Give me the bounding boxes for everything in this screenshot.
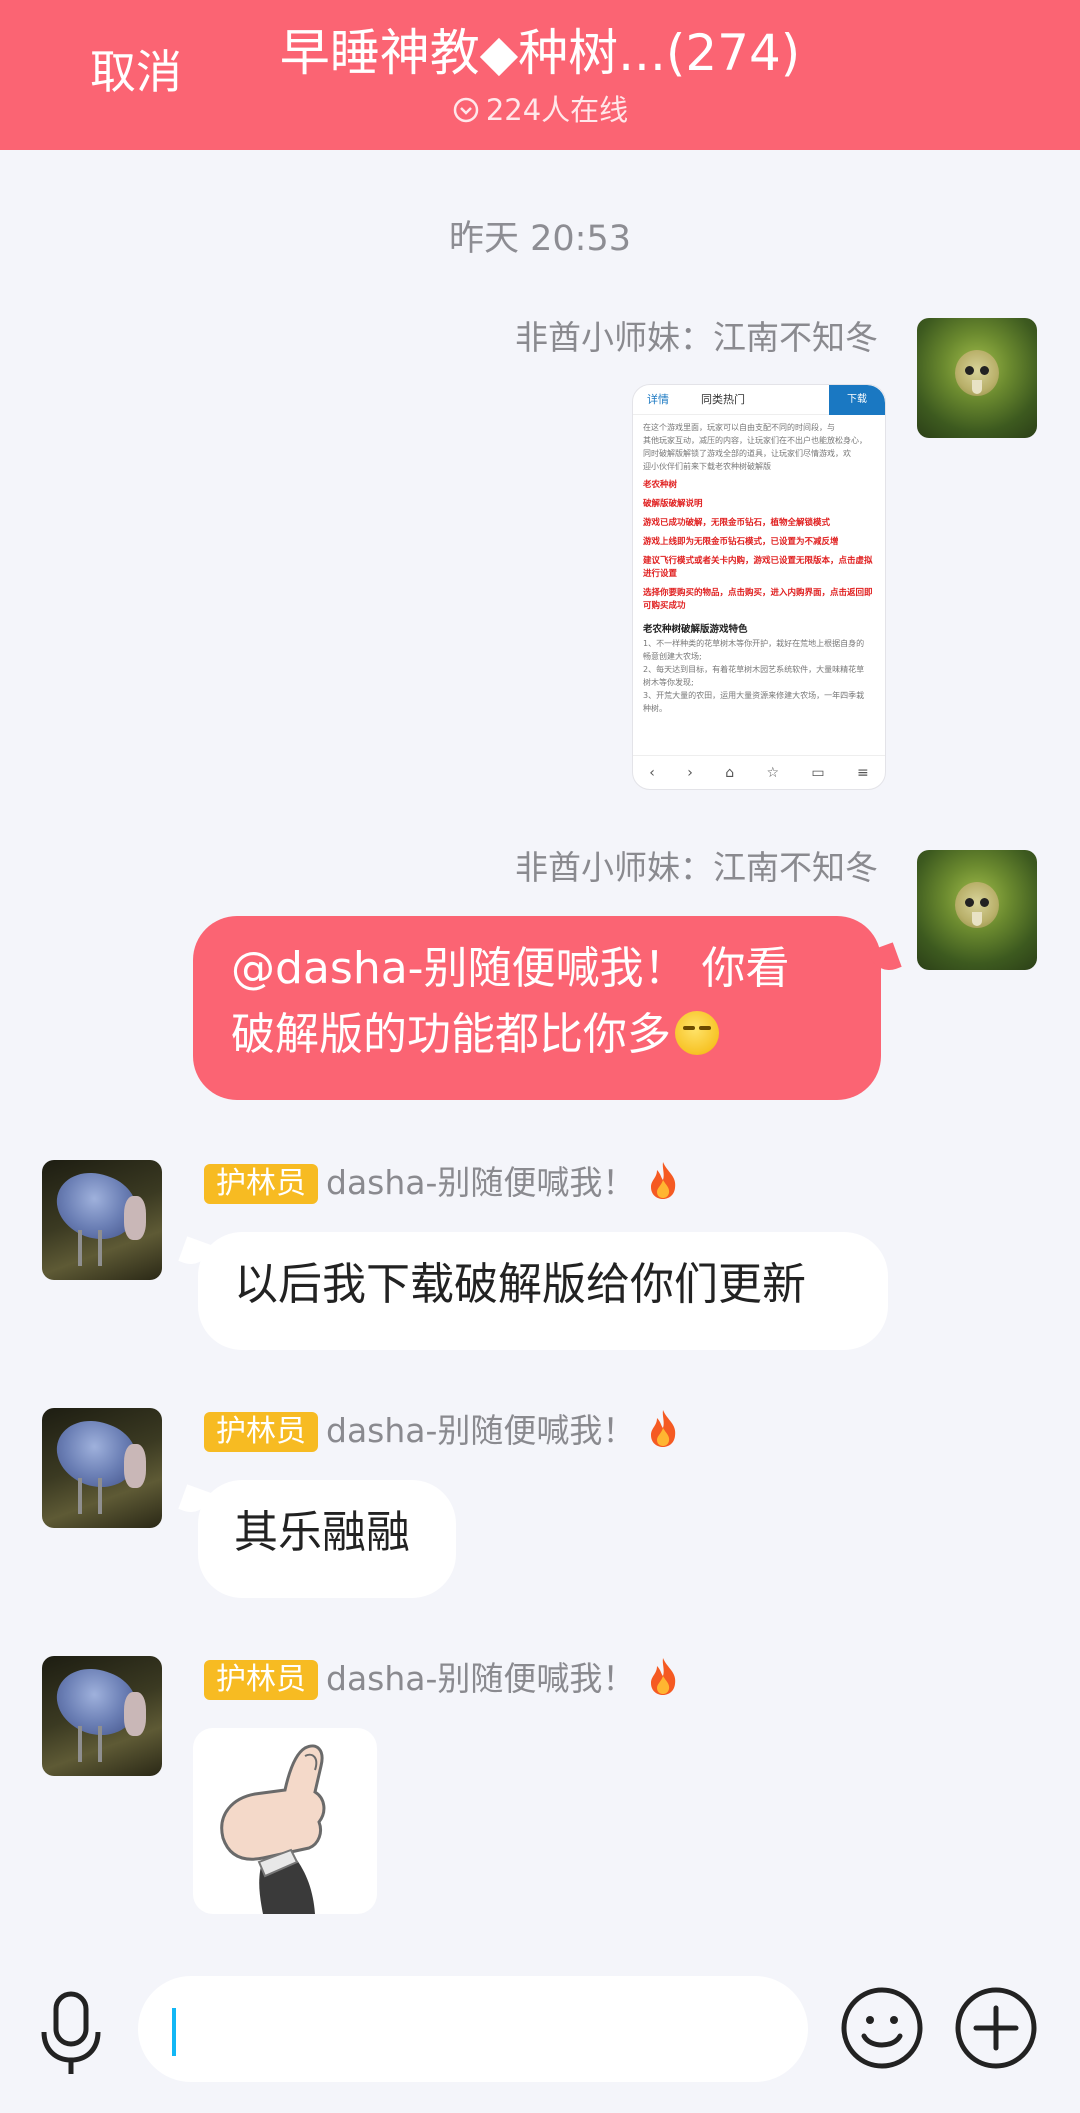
fire-icon: [651, 1658, 676, 1695]
thumbs-up-sticker[interactable]: [193, 1728, 377, 1914]
thumb-red-text: 破解版破解说明: [643, 499, 703, 509]
thumb-feature-title: 老农种树破解版游戏特色: [643, 624, 748, 635]
online-count: 224人在线: [485, 93, 629, 127]
message-bubble[interactable]: @dasha-别随便喊我！ 你看 破解版的功能都比你多: [193, 916, 881, 1100]
thumb-text: 1、不一样种类的花草树木等你开护，栽好在荒地上根据自身的: [643, 639, 865, 648]
sender-name: 非酋小师妹：江南不知冬: [515, 318, 878, 357]
sender-name: dasha-别随便喊我！: [326, 1411, 636, 1450]
message-timestamp: 昨天 20:53: [449, 219, 631, 259]
microphone-icon[interactable]: [36, 1988, 106, 2078]
role-badge: 护林员: [204, 1412, 318, 1452]
thumb-red-text: 游戏已成功破解，无限金币钻石，植物全解锁模式: [643, 518, 831, 528]
check-circle-icon: [453, 97, 479, 123]
sender-line: 护林员 dasha-别随便喊我！: [204, 1160, 681, 1205]
star-icon: ☆: [766, 764, 780, 781]
group-title[interactable]: 早睡神教◆种树...(274): [0, 20, 1080, 86]
smirk-emoji-icon: [675, 1011, 719, 1055]
text-caret: [172, 2008, 176, 2056]
forward-icon: ›: [687, 764, 693, 781]
plus-circle-icon[interactable]: [954, 1986, 1038, 2070]
sender-name: dasha-别随便喊我！: [326, 1659, 636, 1698]
thumb-red-text: 游戏上线即为无限金币钻石模式，已设置为不减反增: [643, 537, 839, 547]
thumb-red-text: 老农种树: [643, 480, 678, 490]
message-text-line: 破解版的功能都比你多: [231, 1002, 843, 1068]
sender-name: dasha-别随便喊我！: [326, 1163, 636, 1202]
sender-line: 护林员 dasha-别随便喊我！: [204, 1408, 681, 1453]
message-input[interactable]: [138, 1976, 808, 2082]
chat-header: 取消 早睡神教◆种树...(274) 224人在线: [0, 0, 1080, 150]
avatar[interactable]: [917, 318, 1037, 438]
sender-name: 非酋小师妹：江南不知冬: [515, 848, 878, 887]
shared-image[interactable]: 详情 同类热门 下载 在这个游戏里面，玩家可以自由支配不同的时间段，与 其他玩家…: [632, 384, 886, 790]
avatar[interactable]: [42, 1656, 162, 1776]
home-icon: ⌂: [725, 764, 735, 781]
avatar[interactable]: [917, 850, 1037, 970]
message-bubble[interactable]: 以后我下载破解版给你们更新: [198, 1232, 888, 1350]
thumb-red-text: 建议飞行模式或者关卡内购，游戏已设置无限版本，点击虚拟: [643, 556, 873, 566]
input-bar: [0, 1960, 1080, 2113]
message-text: 破解版的功能都比你多: [231, 1009, 671, 1060]
thumb-text: 种树。: [643, 704, 667, 713]
role-badge: 护林员: [204, 1660, 318, 1700]
thumb-text: 同时破解版解锁了游戏全部的道具，让玩家们尽情游戏，欢: [643, 449, 851, 458]
thumb-text: 畅意创建大农场;: [643, 652, 702, 661]
role-badge: 护林员: [204, 1164, 318, 1204]
thumb-text: 在这个游戏里面，玩家可以自由支配不同的时间段，与: [643, 423, 835, 432]
message-bubble[interactable]: 其乐融融: [198, 1480, 456, 1598]
message-text: @dasha-别随便喊我！ 你看: [231, 943, 790, 994]
online-status: 224人在线: [0, 90, 1080, 130]
thumb-navbar: ‹ › ⌂ ☆ ▭ ≡: [633, 755, 885, 789]
menu-icon: ≡: [857, 764, 869, 781]
thumb-tab-hot: 同类热门: [701, 393, 745, 406]
thumb-text: 2、每天达到目标，有着花草树木园艺系统软件，大量味精花草: [643, 665, 865, 674]
message-text: 以后我下载破解版给你们更新: [234, 1259, 806, 1310]
avatar[interactable]: [42, 1160, 162, 1280]
smiley-icon[interactable]: [840, 1986, 924, 2070]
thumb-text: 3、开荒大量的农田，运用大量资源来修建大农场，一年四季栽: [643, 691, 865, 700]
thumb-download: 下载: [829, 385, 885, 415]
sender-line: 护林员 dasha-别随便喊我！: [204, 1656, 681, 1701]
fire-icon: [651, 1410, 676, 1447]
tabs-icon: ▭: [811, 764, 825, 781]
thumb-red-text: 选择你要购买的物品，点击购买，进入内购界面，点击返回即: [643, 588, 873, 598]
thumb-text: 其他玩家互动，减压的内容，让玩家们在不出户也能放松身心，: [643, 436, 867, 445]
thumb-red-text: 可购买成功: [643, 601, 686, 611]
avatar[interactable]: [42, 1408, 162, 1528]
thumb-text: 迎小伙伴们前来下载老农种树破解版: [643, 462, 771, 471]
message-text: 其乐融融: [234, 1507, 410, 1558]
thumb-text: 树木等你发现;: [643, 678, 694, 687]
back-icon: ‹: [649, 764, 655, 781]
thumbs-up-icon: [220, 1744, 326, 1914]
thumb-tab-details: 详情: [647, 393, 669, 406]
fire-icon: [651, 1162, 676, 1199]
thumb-red-text: 进行设置: [643, 569, 678, 579]
